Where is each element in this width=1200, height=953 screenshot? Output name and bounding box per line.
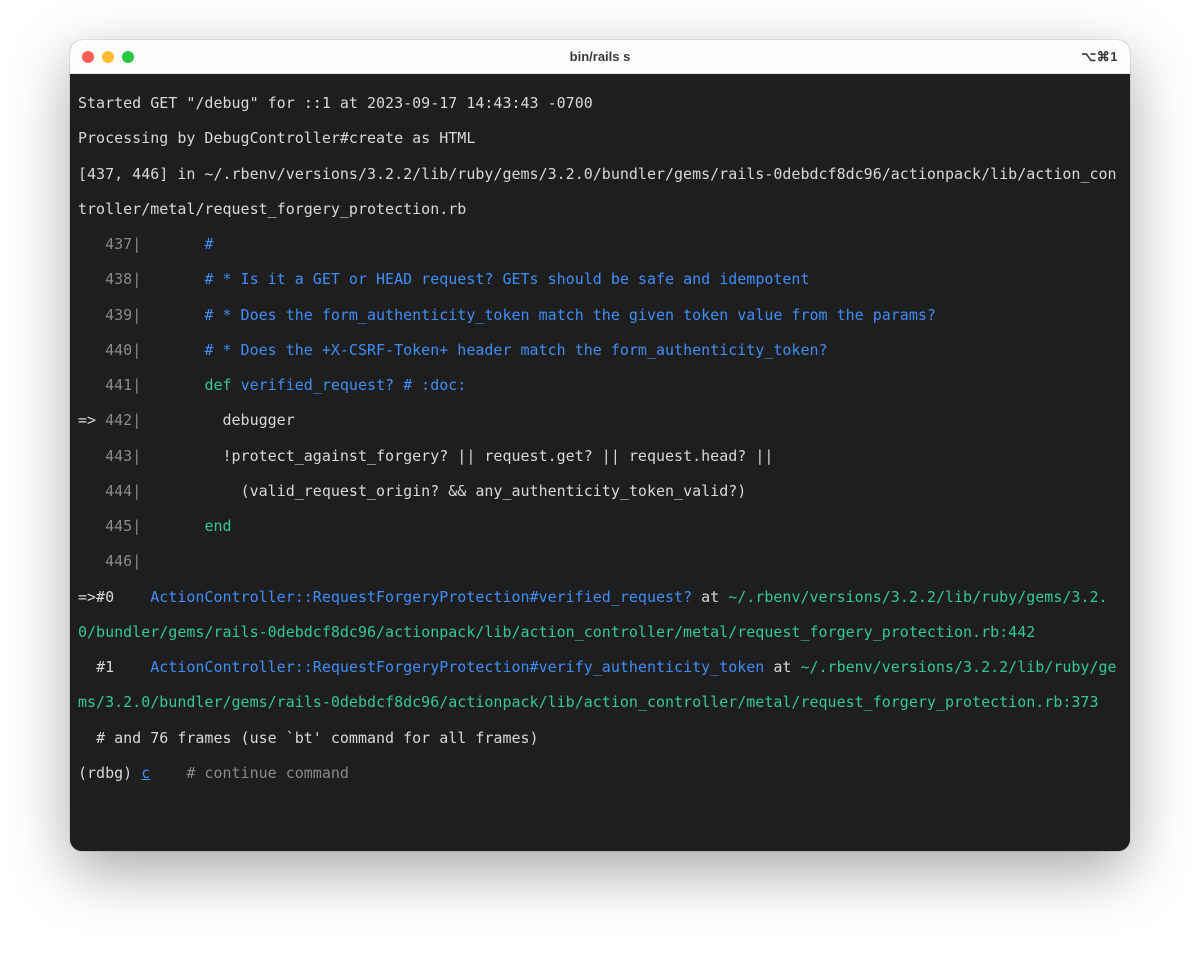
- gutter-prefix: =>: [78, 411, 105, 429]
- line-number: 441: [105, 376, 132, 394]
- gutter-prefix: [78, 235, 105, 253]
- source-line: 439| # * Does the form_authenticity_toke…: [78, 298, 1122, 333]
- debugger-prompt-line[interactable]: (rdbg) c # continue command: [78, 756, 1122, 791]
- line-number: 443: [105, 447, 132, 465]
- line-number: 444: [105, 482, 132, 500]
- source-segment: # * Does the +X-CSRF-Token+ header match…: [204, 341, 827, 359]
- gutter-bar: |: [132, 447, 141, 465]
- line-number: 440: [105, 341, 132, 359]
- source-segment: !protect_against_forgery? || request.get…: [223, 447, 774, 465]
- source-line: 440| # * Does the +X-CSRF-Token+ header …: [78, 333, 1122, 368]
- gutter-bar: |: [132, 517, 141, 535]
- titlebar: bin/rails s ⌥⌘1: [70, 40, 1130, 74]
- gutter-prefix: [78, 482, 105, 500]
- source-segment: # * Is it a GET or HEAD request? GETs sh…: [204, 270, 809, 288]
- gutter-bar: |: [132, 376, 141, 394]
- source-header: [437, 446] in ~/.rbenv/versions/3.2.2/li…: [78, 165, 1117, 218]
- source-line: 438| # * Is it a GET or HEAD request? GE…: [78, 262, 1122, 297]
- stack-frame: =>#0 ActionController::RequestForgeryPro…: [78, 580, 1122, 651]
- gutter-bar: |: [132, 552, 141, 570]
- line-number: 442: [105, 411, 132, 429]
- gutter-prefix: [78, 341, 105, 359]
- frame-index: #1: [78, 658, 114, 676]
- frames-note: # and 76 frames (use `bt' command for al…: [78, 729, 539, 747]
- prompt-hint: # continue command: [150, 764, 349, 782]
- source-line: 446|: [78, 544, 1122, 579]
- source-segment: end: [204, 517, 231, 535]
- gutter-prefix: [78, 270, 105, 288]
- debugger-prompt: (rdbg): [78, 764, 141, 782]
- source-segment: #: [204, 235, 213, 253]
- line-number: 446: [105, 552, 132, 570]
- stack-frame: #1 ActionController::RequestForgeryProte…: [78, 650, 1122, 721]
- frame-method: ActionController::RequestForgeryProtecti…: [150, 658, 764, 676]
- source-segment: debugger: [223, 411, 295, 429]
- gutter-bar: |: [132, 411, 141, 429]
- source-line: => 442| debugger: [78, 403, 1122, 438]
- line-number: 445: [105, 517, 132, 535]
- prompt-command[interactable]: c: [141, 764, 150, 782]
- source-line: 443| !protect_against_forgery? || reques…: [78, 439, 1122, 474]
- source-line: 437| #: [78, 227, 1122, 262]
- source-segment: # * Does the form_authenticity_token mat…: [204, 306, 936, 324]
- source-segment: def: [204, 376, 231, 394]
- traffic-lights: [82, 51, 134, 63]
- frame-at: at: [764, 658, 800, 676]
- log-processing-line: Processing by DebugController#create as …: [78, 129, 475, 147]
- gutter-bar: |: [132, 482, 141, 500]
- source-segment: # :doc:: [403, 376, 466, 394]
- gutter-bar: |: [132, 270, 141, 288]
- source-line: 445| end: [78, 509, 1122, 544]
- log-line: Processing by DebugController#create as …: [78, 121, 1122, 156]
- window-title: bin/rails s: [570, 49, 631, 64]
- source-segment: (valid_request_origin? && any_authentici…: [241, 482, 747, 500]
- gutter-bar: |: [132, 341, 141, 359]
- frame-index: =>#0: [78, 588, 114, 606]
- close-icon[interactable]: [82, 51, 94, 63]
- frame-method: ActionController::RequestForgeryProtecti…: [150, 588, 692, 606]
- gutter-bar: |: [132, 306, 141, 324]
- log-line: Started GET "/debug" for ::1 at 2023-09-…: [78, 86, 1122, 121]
- log-line: # and 76 frames (use `bt' command for al…: [78, 721, 1122, 756]
- source-line: 444| (valid_request_origin? && any_authe…: [78, 474, 1122, 509]
- gutter-prefix: [78, 517, 105, 535]
- gutter-prefix: [78, 447, 105, 465]
- gutter-prefix: [78, 306, 105, 324]
- line-number: 438: [105, 270, 132, 288]
- log-line: [437, 446] in ~/.rbenv/versions/3.2.2/li…: [78, 157, 1122, 228]
- source-line: 441| def verified_request? # :doc:: [78, 368, 1122, 403]
- terminal-window: bin/rails s ⌥⌘1 Started GET "/debug" for…: [70, 40, 1130, 851]
- gutter-prefix: [78, 552, 105, 570]
- gutter-prefix: [78, 376, 105, 394]
- line-number: 439: [105, 306, 132, 324]
- frame-at: at: [692, 588, 728, 606]
- shortcut-hint: ⌥⌘1: [1081, 49, 1118, 65]
- minimize-icon[interactable]: [102, 51, 114, 63]
- zoom-icon[interactable]: [122, 51, 134, 63]
- source-segment: verified_request?: [241, 376, 395, 394]
- line-number: 437: [105, 235, 132, 253]
- terminal-body[interactable]: Started GET "/debug" for ::1 at 2023-09-…: [70, 74, 1130, 851]
- log-request-line: Started GET "/debug" for ::1 at 2023-09-…: [78, 94, 593, 112]
- gutter-bar: |: [132, 235, 141, 253]
